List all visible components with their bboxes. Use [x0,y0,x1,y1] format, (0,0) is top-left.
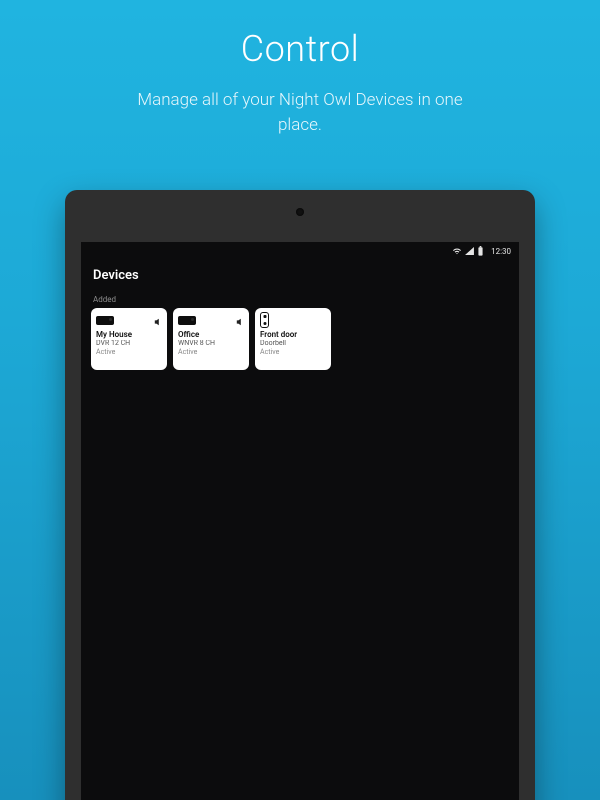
hero-subtitle: Manage all of your Night Owl Devices in … [120,88,480,137]
device-card[interactable]: My House DVR 12 CH Active [91,308,167,370]
dvr-icon [178,316,196,325]
device-name: Office [178,331,244,340]
device-grid: My House DVR 12 CH Active Office WNVR 8 … [81,308,519,370]
device-model: WNVR 8 CH [178,340,244,348]
device-name: Front door [260,331,326,340]
device-status: Active [96,348,162,356]
device-status: Active [178,348,244,356]
app-screen: 12:30 Devices Added My House DVR 12 CH A [81,242,519,800]
device-model: Doorbell [260,340,326,348]
page-title: Devices [93,268,507,283]
tablet-frame: 12:30 Devices Added My House DVR 12 CH A [65,190,535,800]
device-status: Active [260,348,326,356]
device-card[interactable]: Office WNVR 8 CH Active [173,308,249,370]
signal-icon [465,247,474,255]
hero-title: Control [241,28,359,70]
device-model: DVR 12 CH [96,340,162,348]
speaker-icon [236,311,244,330]
battery-icon [477,246,484,256]
status-time: 12:30 [491,247,511,256]
dvr-icon [96,316,114,325]
promo-page: Control Manage all of your Night Owl Dev… [0,0,600,800]
wifi-icon [452,247,462,255]
device-name: My House [96,331,162,340]
device-card[interactable]: Front door Doorbell Active [255,308,331,370]
status-bar: 12:30 [81,242,519,260]
tablet-camera-icon [296,208,304,216]
app-header: Devices [81,260,519,289]
speaker-icon [154,311,162,330]
section-label-added: Added [81,289,519,308]
doorbell-icon [260,312,269,328]
